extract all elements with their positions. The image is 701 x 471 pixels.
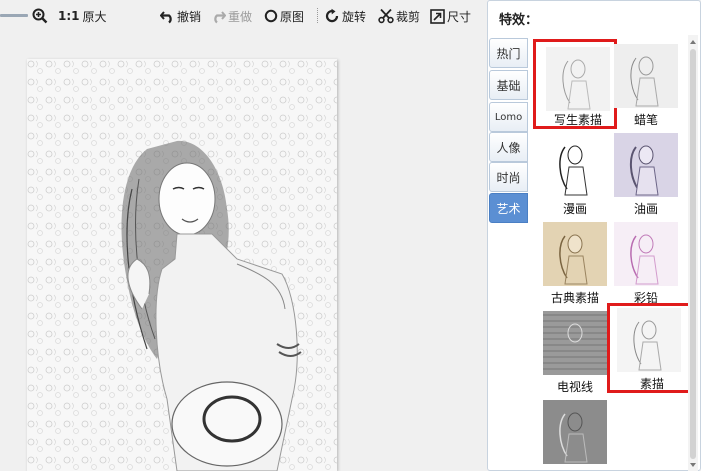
effects-scrollbar[interactable]: [688, 35, 698, 471]
sketch-photo-image: [27, 59, 337, 471]
size-label: 尺寸: [447, 9, 472, 24]
size-button[interactable]: 尺寸: [430, 6, 471, 26]
effect-label: 电视线: [556, 380, 593, 394]
effect-sketch[interactable]: 素描: [607, 303, 691, 393]
original-image-button[interactable]: 原图: [264, 6, 304, 26]
effect-emboss[interactable]: [533, 395, 617, 471]
canvas-area: [0, 32, 486, 471]
effect-thumbnail: [543, 311, 607, 375]
original-image-label: 原图: [280, 9, 305, 24]
scissors-icon: [378, 8, 394, 24]
undo-label: 撤销: [177, 9, 202, 24]
toolbar-divider: [317, 8, 318, 23]
tab-fashion[interactable]: 时尚: [489, 162, 528, 192]
effect-oil-painting[interactable]: 油画: [604, 128, 688, 218]
redo-icon: [214, 10, 226, 23]
resize-icon: [430, 8, 445, 24]
rotate-icon: [325, 8, 339, 23]
effect-thumbnail: [546, 47, 610, 111]
effect-label: 油画: [633, 202, 658, 216]
photo-editor: 1:1 原大 撤销 重做 原图 旋转 裁剪 尺寸 特效： 热门 基础 Lomo …: [0, 0, 701, 471]
toolbar: 1:1 原大 撤销 重做 原图 旋转 裁剪 尺寸: [0, 0, 480, 32]
effect-crayon[interactable]: 蜡笔: [604, 39, 688, 129]
tab-portrait[interactable]: 人像: [489, 132, 528, 162]
effect-tv-lines[interactable]: 电视线: [533, 306, 617, 396]
crop-button[interactable]: 裁剪: [378, 6, 420, 26]
scroll-down-icon[interactable]: [689, 461, 697, 469]
effect-thumbnail: [543, 133, 607, 197]
tab-basic[interactable]: 基础: [489, 70, 528, 100]
effects-panel: 特效： 热门 基础 Lomo 人像 时尚 艺术 写生素描 蜡笔 漫画 油画 古典…: [487, 0, 701, 471]
sketch-photo[interactable]: [27, 59, 337, 471]
effect-thumbnail: [614, 133, 678, 197]
scroll-up-icon[interactable]: [689, 38, 697, 46]
circle-icon: [264, 9, 278, 23]
zoom-in-icon: [32, 8, 48, 24]
scroll-thumb[interactable]: [690, 49, 696, 459]
rotate-label: 旋转: [342, 9, 367, 24]
panel-title: 特效：: [499, 13, 539, 28]
rotate-button[interactable]: 旋转: [324, 6, 366, 26]
undo-icon: [160, 10, 172, 23]
effect-thumbnail: [543, 400, 607, 464]
crop-label: 裁剪: [396, 9, 421, 24]
effect-thumbnail: [614, 44, 678, 108]
tab-art[interactable]: 艺术: [489, 193, 528, 223]
zoom-slider[interactable]: [0, 14, 28, 17]
effect-colored-pencil[interactable]: 彩铅: [604, 217, 688, 307]
redo-button[interactable]: 重做: [211, 6, 252, 26]
zoom-in-button[interactable]: [32, 6, 50, 26]
redo-label: 重做: [228, 9, 253, 24]
original-size-label: 原大: [82, 9, 107, 24]
ratio-label: 1:1: [58, 9, 80, 23]
effect-thumbnail: [614, 222, 678, 286]
effect-label: 素描: [639, 377, 664, 391]
tab-lomo[interactable]: Lomo: [489, 102, 528, 132]
original-size-button[interactable]: 1:1 原大: [58, 6, 107, 26]
effect-thumbnail: [543, 222, 607, 286]
effect-label: 蜡笔: [633, 113, 658, 127]
undo-button[interactable]: 撤销: [160, 6, 201, 26]
tab-hot[interactable]: 热门: [489, 38, 528, 68]
effect-thumbnail: [617, 308, 681, 372]
